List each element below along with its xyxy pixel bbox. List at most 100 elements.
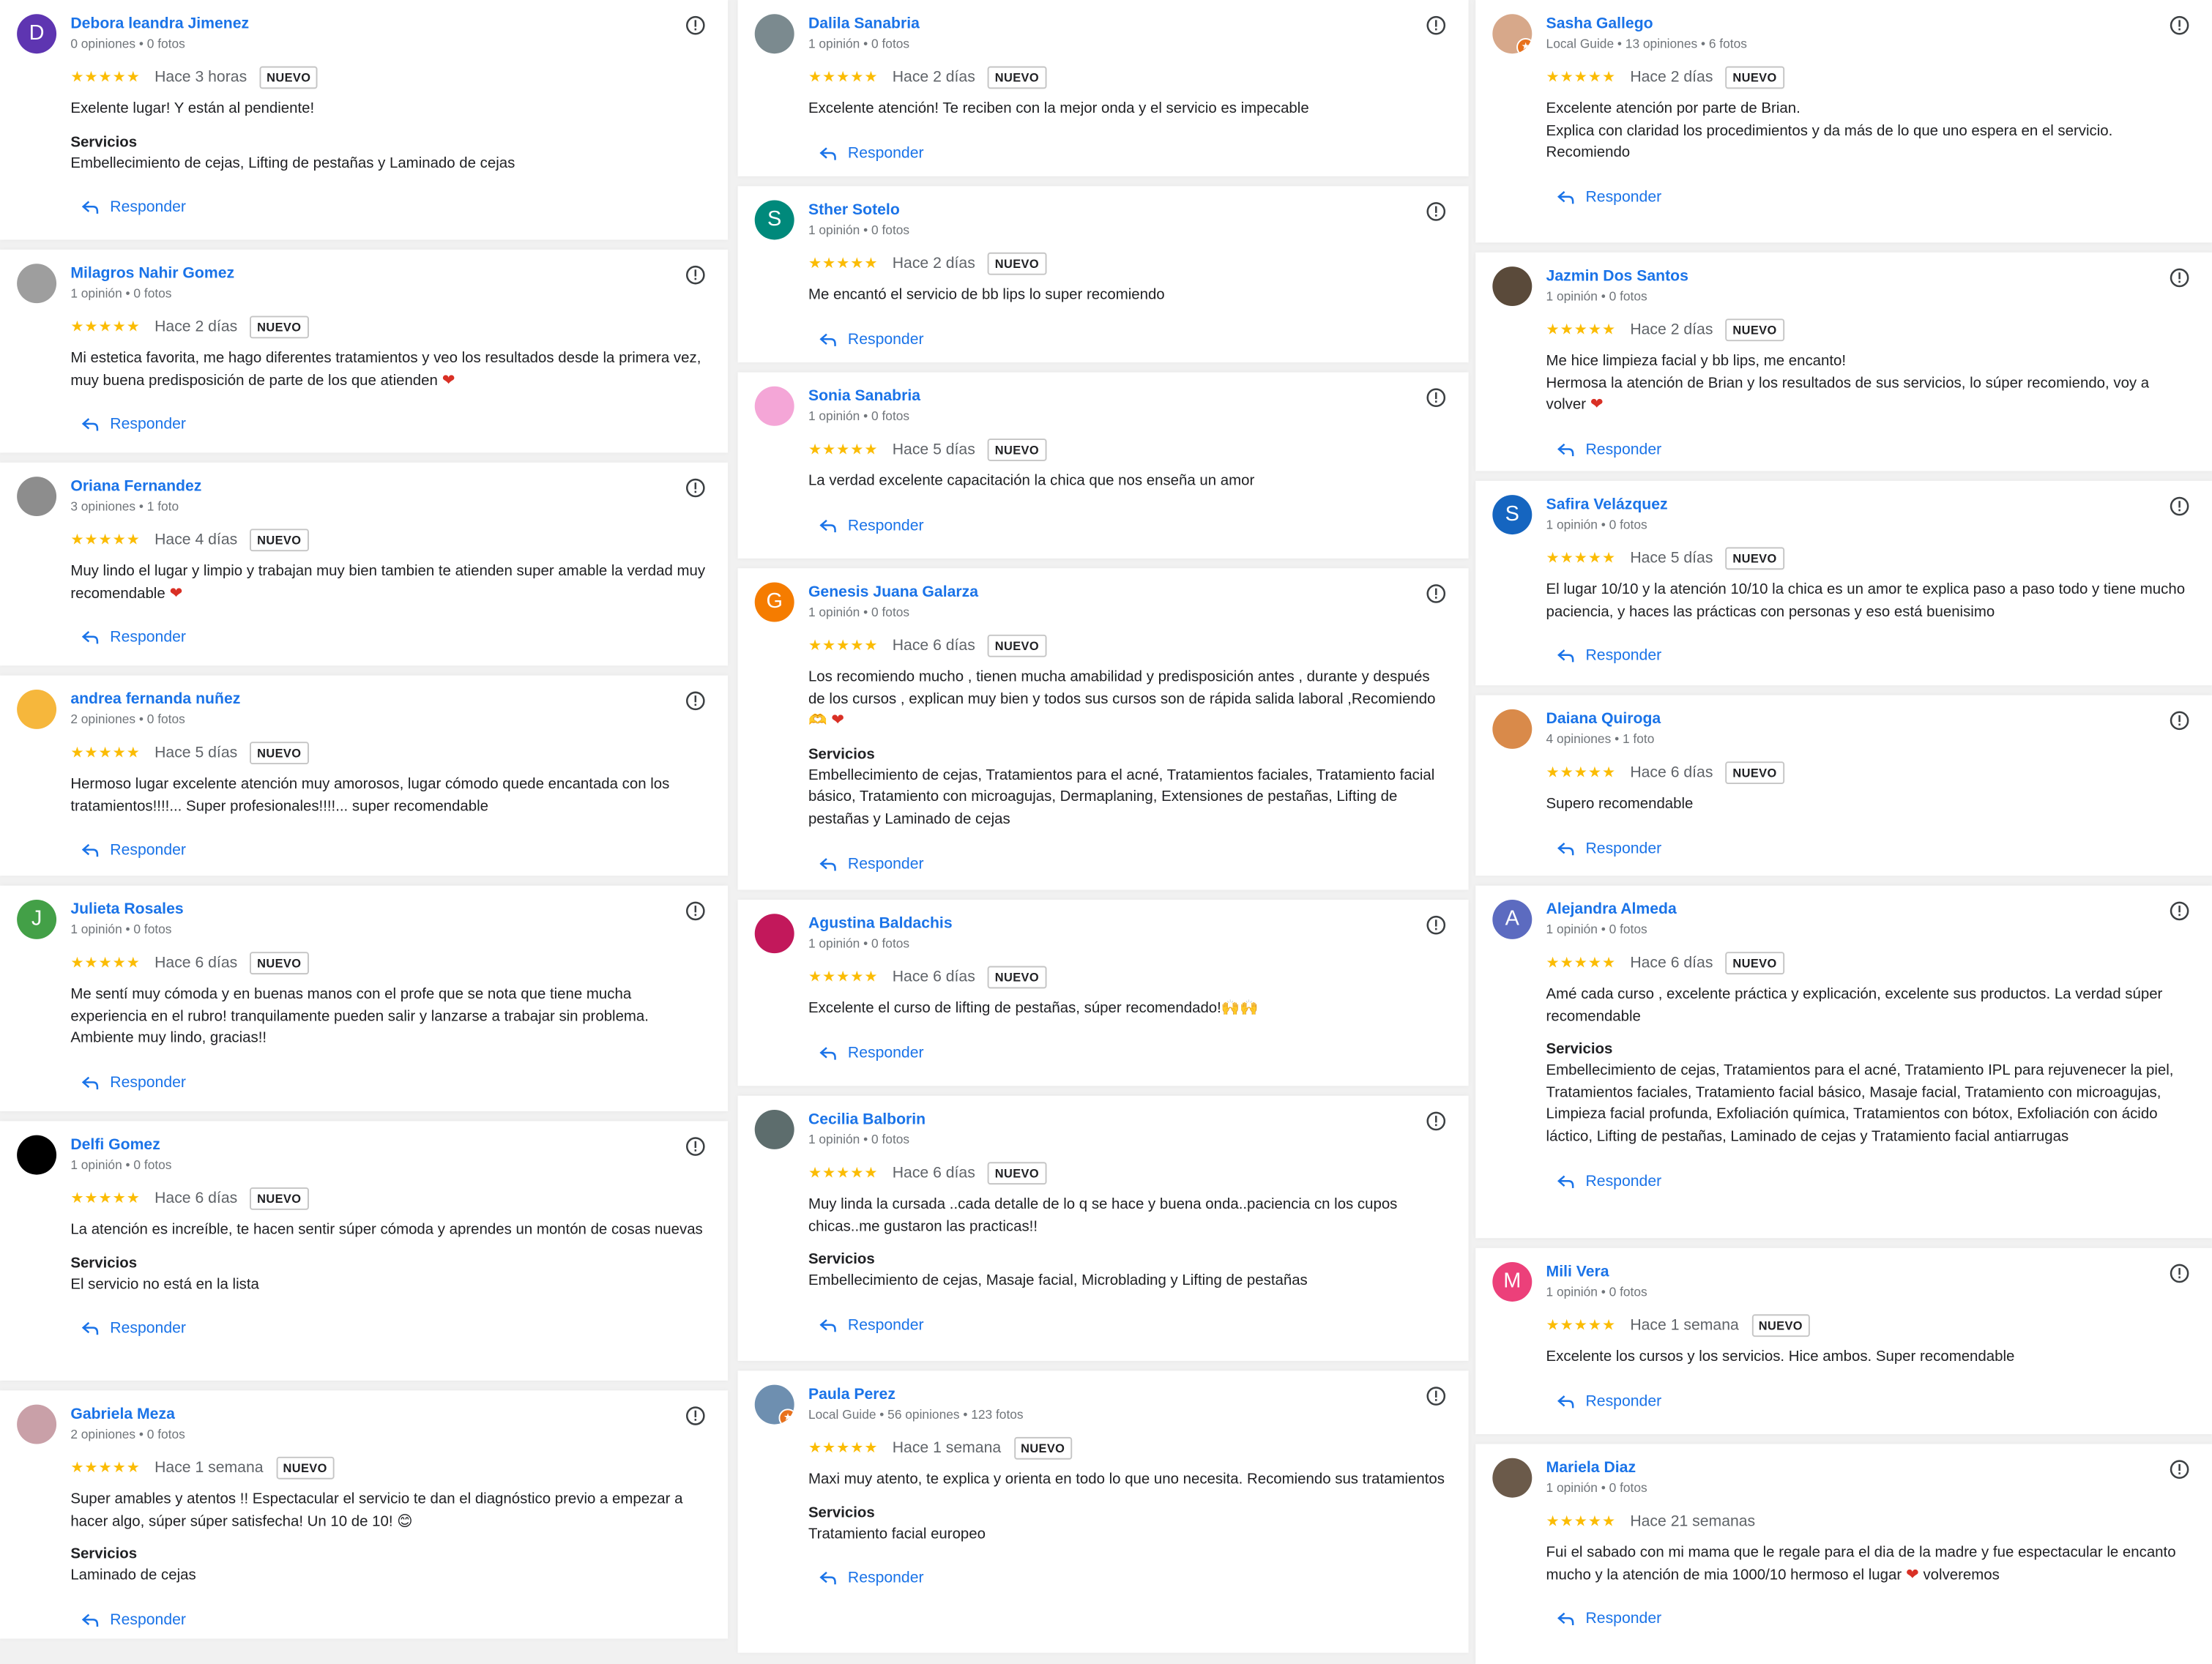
report-review-icon[interactable] — [2170, 15, 2189, 35]
new-badge: NUEVO — [1725, 952, 1784, 975]
review-text-body: Maxi muy atento, te explica y orienta en… — [808, 1471, 1445, 1488]
report-review-icon[interactable] — [1426, 15, 1446, 35]
avatar[interactable] — [17, 477, 57, 517]
report-review-icon[interactable] — [685, 691, 705, 711]
avatar[interactable] — [17, 689, 57, 729]
avatar[interactable]: ★ — [1492, 14, 1533, 54]
reviewer-name[interactable]: Sonia Sanabria — [808, 387, 1449, 408]
report-review-icon[interactable] — [2170, 711, 2189, 731]
reply-button[interactable]: Responder — [81, 627, 708, 649]
avatar[interactable]: S — [1492, 495, 1533, 535]
heart-icon: ❤ — [165, 584, 183, 602]
reply-button[interactable]: Responder — [1557, 1170, 2192, 1193]
report-review-icon[interactable] — [2170, 1264, 2189, 1283]
report-review-icon[interactable] — [685, 1406, 705, 1426]
reply-button[interactable]: Responder — [819, 1314, 1448, 1337]
reviewer-name[interactable]: Mili Vera — [1546, 1262, 2192, 1283]
avatar[interactable] — [754, 386, 794, 426]
reply-button[interactable]: Responder — [819, 514, 1448, 537]
reviewer-name[interactable]: Cecilia Balborin — [808, 1110, 1449, 1131]
reviewer-name[interactable]: Debora leandra Jimenez — [70, 14, 708, 35]
review-date: Hace 6 días — [1630, 764, 1713, 782]
reply-button[interactable]: Responder — [1557, 1608, 2192, 1630]
report-review-icon[interactable] — [685, 478, 705, 498]
report-review-icon[interactable] — [2170, 901, 2189, 921]
reply-button[interactable]: Responder — [81, 1608, 708, 1631]
reply-button[interactable]: Responder — [819, 1042, 1448, 1064]
report-review-icon[interactable] — [685, 901, 705, 921]
report-review-icon[interactable] — [1426, 201, 1446, 221]
report-review-icon[interactable] — [2170, 1460, 2189, 1480]
report-review-icon[interactable] — [685, 265, 705, 285]
reply-button[interactable]: Responder — [1557, 439, 2192, 461]
reviewer-name[interactable]: Milagros Nahir Gomez — [70, 264, 708, 285]
reply-label: Responder — [847, 330, 924, 348]
services-list: Tratamiento facial europeo — [808, 1525, 986, 1542]
reply-button[interactable]: Responder — [819, 328, 1448, 351]
new-badge: NUEVO — [275, 1456, 335, 1480]
reviewer-name[interactable]: Genesis Juana Galarza — [808, 583, 1449, 604]
report-review-icon[interactable] — [685, 1137, 705, 1157]
avatar[interactable] — [754, 14, 794, 54]
avatar[interactable] — [754, 1109, 794, 1149]
avatar[interactable] — [17, 1404, 57, 1444]
rating-row: ★★★★★ Hace 6 días NUEVO — [808, 966, 1449, 989]
reply-button[interactable]: Responder — [81, 196, 708, 219]
report-review-icon[interactable] — [1426, 1111, 1446, 1131]
avatar[interactable] — [1492, 709, 1533, 749]
report-review-icon[interactable] — [685, 15, 705, 35]
avatar[interactable]: S — [754, 200, 794, 240]
avatar[interactable]: D — [17, 14, 57, 54]
star-rating: ★★★★★ — [808, 255, 879, 272]
reply-button[interactable]: Responder — [819, 142, 1448, 165]
reply-label: Responder — [1585, 1392, 1662, 1410]
avatar[interactable]: G — [754, 582, 794, 622]
report-review-icon[interactable] — [1426, 1387, 1446, 1406]
reply-button[interactable]: Responder — [81, 1318, 708, 1340]
reviewer-name[interactable]: Paula Perez — [808, 1385, 1449, 1406]
reviewer-name[interactable]: Oriana Fernandez — [70, 477, 708, 498]
avatar[interactable]: J — [17, 899, 57, 939]
report-review-icon[interactable] — [1426, 583, 1446, 603]
reviewer-name[interactable]: Agustina Baldachis — [808, 914, 1449, 935]
reply-button[interactable]: Responder — [1557, 645, 2192, 668]
reviewer-name[interactable]: Delfi Gomez — [70, 1135, 708, 1157]
report-review-icon[interactable] — [2170, 268, 2189, 288]
review-date: Hace 2 días — [1630, 321, 1713, 339]
reviewer-name[interactable]: Gabriela Meza — [70, 1405, 708, 1426]
review-text: Me hice limpieza facial y bb lips, me en… — [1546, 351, 2192, 417]
reply-button[interactable]: Responder — [1557, 837, 2192, 859]
reviewer-name[interactable]: andrea fernanda nuñez — [70, 690, 708, 711]
reply-button[interactable]: Responder — [819, 853, 1448, 876]
reviewer-name[interactable]: Sther Sotelo — [808, 201, 1449, 222]
report-review-icon[interactable] — [1426, 915, 1446, 935]
reviewer-name[interactable]: Julieta Rosales — [70, 900, 708, 921]
reviewer-name[interactable]: Jazmin Dos Santos — [1546, 266, 2192, 288]
report-review-icon[interactable] — [1426, 388, 1446, 408]
avatar[interactable] — [17, 264, 57, 304]
reviewer-name[interactable]: Mariela Diaz — [1546, 1458, 2192, 1480]
reviewer-name[interactable]: Safira Velázquez — [1546, 495, 2192, 516]
new-badge: NUEVO — [1725, 761, 1784, 785]
review-card: M Mili Vera 1 opinión • 0 fotos ★★★★★ Hace 1… — [1475, 1247, 2212, 1435]
avatar[interactable]: ★ — [754, 1384, 794, 1425]
reply-button[interactable]: Responder — [1557, 186, 2192, 209]
reviewer-name[interactable]: Alejandra Almeda — [1546, 900, 2192, 921]
reviewer-name[interactable]: Sasha Gallego — [1546, 14, 2192, 35]
reply-button[interactable]: Responder — [81, 840, 708, 862]
reply-button[interactable]: Responder — [81, 1072, 708, 1094]
review-date: Hace 4 días — [154, 531, 238, 549]
avatar[interactable] — [17, 1135, 57, 1175]
avatar[interactable] — [1492, 266, 1533, 307]
reviewer-name[interactable]: Dalila Sanabria — [808, 14, 1449, 35]
avatar[interactable]: A — [1492, 899, 1533, 939]
report-review-icon[interactable] — [2170, 496, 2189, 516]
reply-button[interactable]: Responder — [819, 1567, 1448, 1589]
avatar[interactable]: M — [1492, 1262, 1533, 1302]
avatar[interactable] — [754, 914, 794, 954]
review-card: Jazmin Dos Santos 1 opinión • 0 fotos ★★★★… — [1475, 252, 2212, 471]
reply-button[interactable]: Responder — [1557, 1390, 2192, 1413]
reply-button[interactable]: Responder — [81, 414, 708, 436]
avatar[interactable] — [1492, 1458, 1533, 1498]
reviewer-name[interactable]: Daiana Quiroga — [1546, 709, 2192, 731]
